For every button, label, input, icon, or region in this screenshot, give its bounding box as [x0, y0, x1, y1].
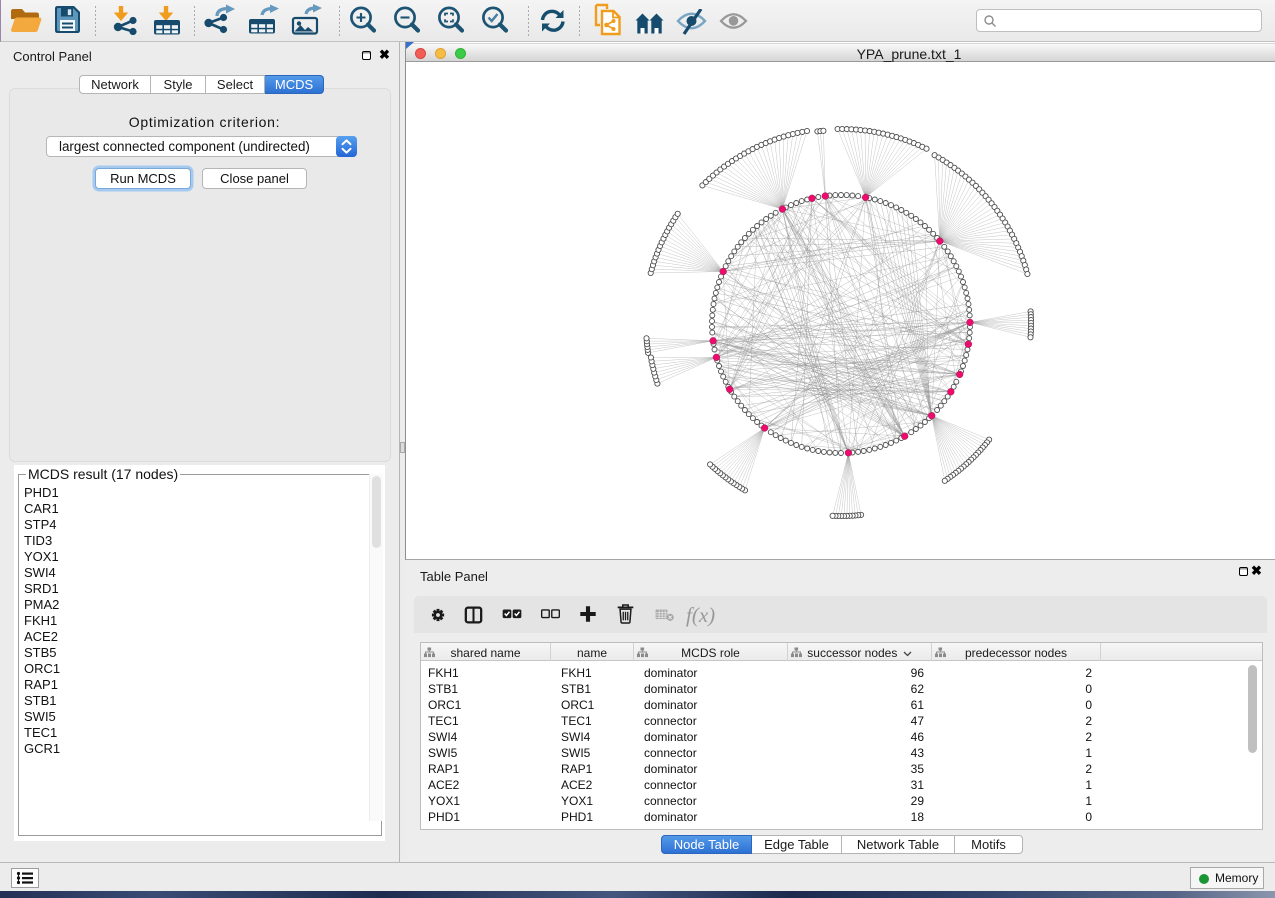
svg-text:f(x): f(x): [686, 603, 715, 627]
